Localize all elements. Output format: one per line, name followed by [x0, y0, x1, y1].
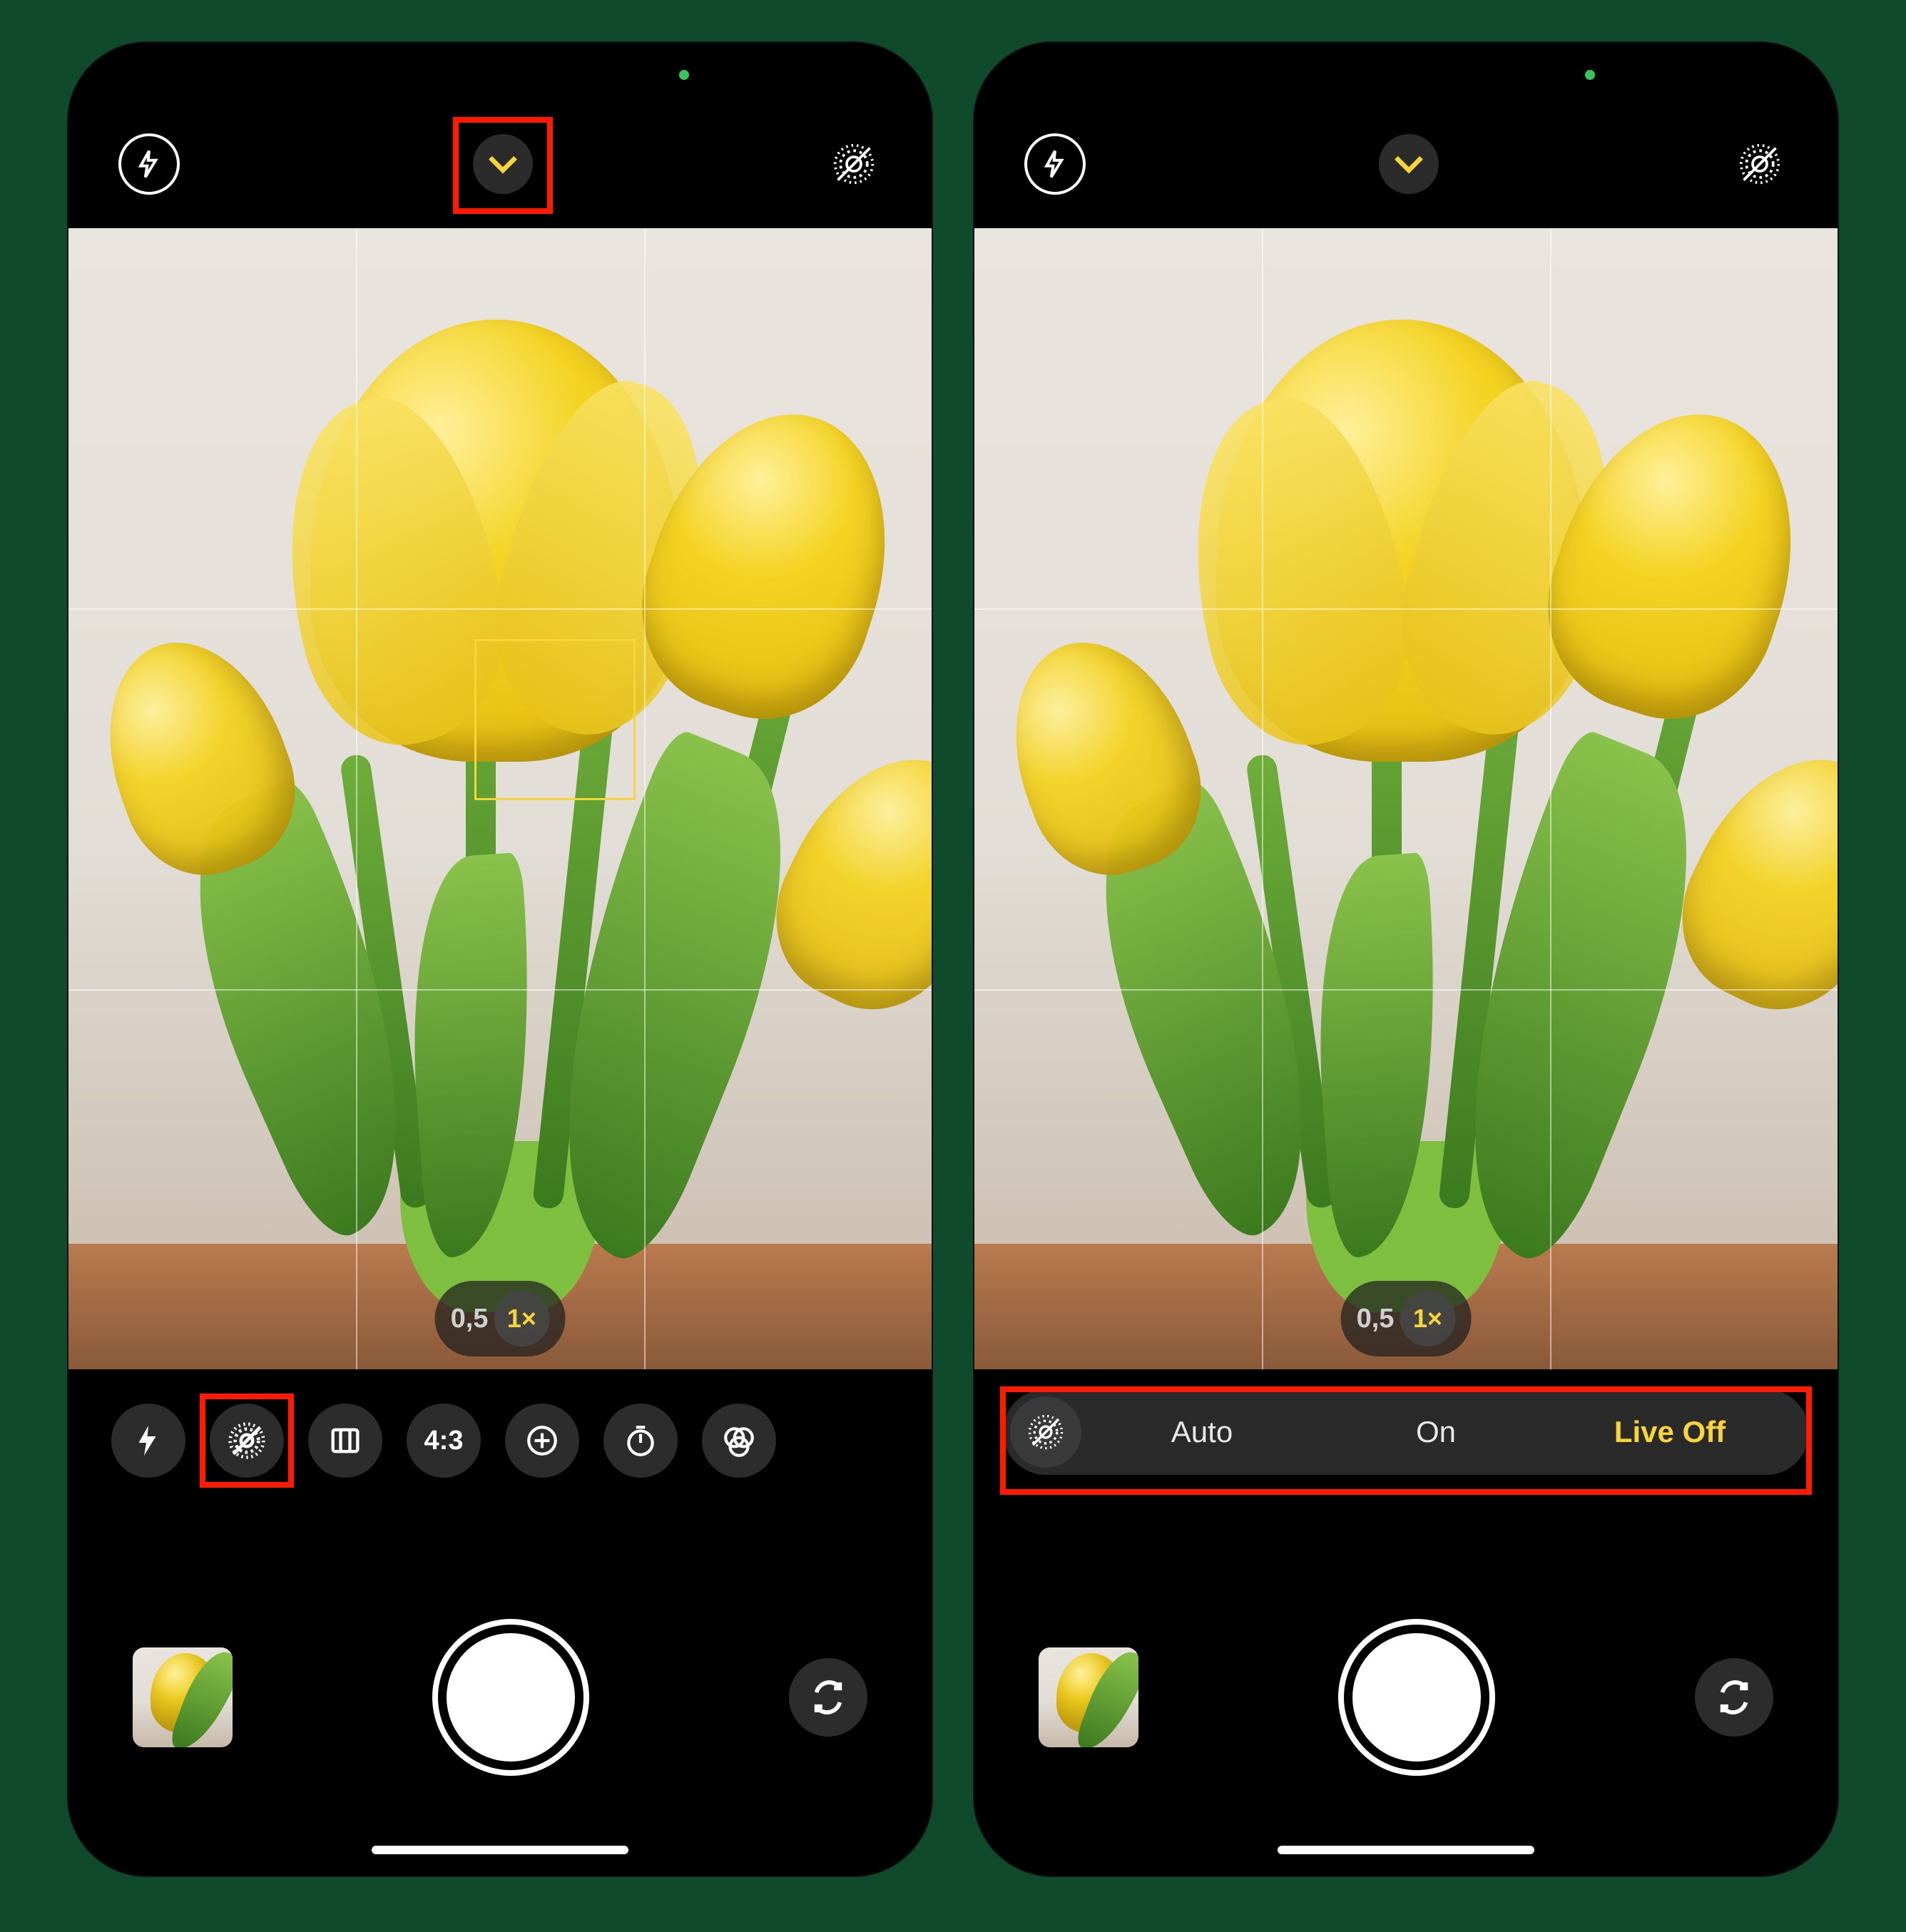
exposure-icon — [524, 1423, 560, 1458]
options-chevron-toggle[interactable] — [1379, 134, 1439, 194]
camera-top-bar — [68, 121, 932, 207]
capture-row — [68, 1626, 932, 1769]
flash-toggle[interactable] — [118, 133, 180, 195]
live-photo-off-icon — [832, 143, 875, 185]
tool-filters[interactable] — [702, 1404, 776, 1478]
annotation-highlight-chevron — [453, 117, 553, 214]
zoom-option-selected[interactable]: 1× — [1400, 1291, 1455, 1346]
home-indicator[interactable] — [1278, 1846, 1534, 1854]
zoom-option-ultrawide[interactable]: 0,5 — [451, 1304, 489, 1334]
capture-row — [974, 1626, 1838, 1769]
last-photo-thumbnail[interactable] — [1039, 1647, 1138, 1747]
phone-left: 0,5 1× 4:3 — [68, 43, 932, 1876]
chevron-down-icon — [1393, 153, 1425, 175]
focus-indicator — [474, 639, 636, 800]
viewfinder[interactable]: 0,5 1× — [68, 228, 932, 1369]
zoom-option-ultrawide[interactable]: 0,5 — [1357, 1304, 1395, 1334]
tool-photographic-styles[interactable] — [308, 1404, 382, 1478]
zoom-option-selected[interactable]: 1× — [494, 1291, 549, 1346]
zoom-selector[interactable]: 0,5 1× — [435, 1281, 566, 1356]
switch-camera-icon — [808, 1677, 848, 1717]
switch-camera-button[interactable] — [789, 1658, 867, 1737]
timer-icon — [623, 1423, 658, 1458]
last-photo-thumbnail[interactable] — [133, 1647, 233, 1747]
shutter-button[interactable] — [447, 1633, 575, 1762]
tool-exposure[interactable] — [505, 1404, 579, 1478]
privacy-indicator-dot — [679, 70, 689, 80]
tool-timer[interactable] — [603, 1404, 678, 1478]
flash-icon — [1040, 149, 1070, 179]
live-photo-toggle-top[interactable] — [826, 136, 882, 192]
photographic-styles-icon — [327, 1422, 364, 1459]
filters-icon — [721, 1423, 757, 1458]
shutter-button[interactable] — [1352, 1633, 1481, 1762]
live-photo-off-icon — [1738, 143, 1781, 185]
zoom-selector[interactable]: 0,5 1× — [1341, 1281, 1472, 1356]
annotation-highlight-live-tool — [200, 1394, 294, 1488]
camera-top-bar — [974, 121, 1838, 207]
aspect-ratio-label: 4:3 — [424, 1426, 464, 1456]
phone-right: 0,5 1× Auto On Live Off — [974, 43, 1838, 1876]
viewfinder-subject — [974, 228, 1838, 1369]
viewfinder[interactable]: 0,5 1× — [974, 228, 1838, 1369]
switch-camera-icon — [1714, 1677, 1754, 1717]
home-indicator[interactable] — [372, 1846, 628, 1854]
flash-icon — [134, 149, 164, 179]
flash-icon — [131, 1424, 165, 1458]
live-photo-toggle-top[interactable] — [1732, 136, 1788, 192]
tool-flash[interactable] — [111, 1404, 185, 1478]
camera-tools-row: 4:3 — [68, 1398, 932, 1483]
flash-toggle[interactable] — [1024, 133, 1086, 195]
switch-camera-button[interactable] — [1695, 1658, 1773, 1737]
privacy-indicator-dot — [1585, 70, 1595, 80]
annotation-highlight-live-bar — [1000, 1386, 1812, 1495]
tool-aspect-ratio[interactable]: 4:3 — [407, 1404, 481, 1478]
comparison-stage: 0,5 1× 4:3 — [0, 0, 1906, 1932]
